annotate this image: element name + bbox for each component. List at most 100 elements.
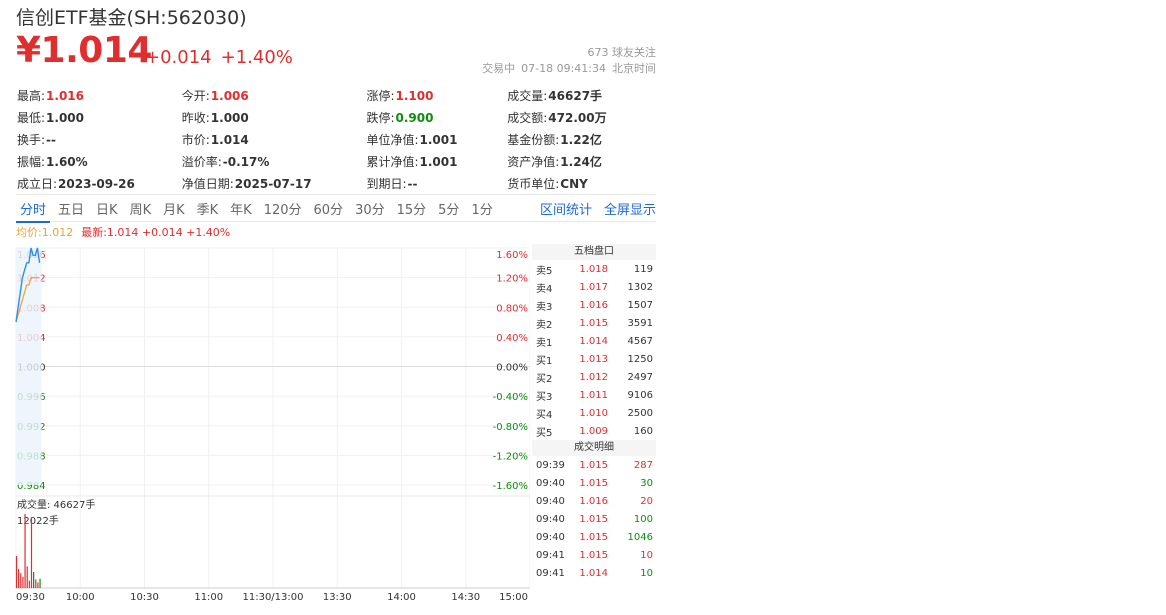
order-volume: 2497 <box>627 371 653 383</box>
percent-tick-label: 1.60% <box>496 250 528 261</box>
stat-label: 到期日: <box>366 176 407 191</box>
tab-period[interactable]: 15分 <box>393 199 431 218</box>
datetime-text: 07-18 09:41:34 <box>521 62 606 75</box>
stat-value: 1.001 <box>419 154 458 169</box>
order-level-label: 买2 <box>536 373 553 385</box>
stat-item: 振幅:1.60% <box>17 153 182 170</box>
time-tick-label: 14:00 <box>387 592 416 603</box>
stat-item: 资产净值:1.24亿 <box>507 153 657 170</box>
time-tick-label: 09:30 <box>16 592 45 603</box>
status-text: 交易中 <box>482 62 516 75</box>
stat-label: 跌停: <box>366 110 395 125</box>
order-price: 1.018 <box>579 263 608 275</box>
stat-item: 最高:1.016 <box>17 87 182 104</box>
stat-label: 成交量: <box>507 88 548 103</box>
stat-label: 振幅: <box>17 154 46 169</box>
tab-period[interactable]: 月K <box>159 199 189 218</box>
current-price: ¥1.014 <box>16 30 152 71</box>
tab-period[interactable]: 5分 <box>434 199 463 218</box>
order-volume: 9106 <box>627 389 653 401</box>
trade-price: 1.015 <box>579 531 608 543</box>
order-price: 1.017 <box>579 281 608 293</box>
tab-period[interactable]: 周K <box>126 199 156 218</box>
order-book-row[interactable]: 卖1 1.014 4567 <box>532 332 656 350</box>
stat-label: 累计净值: <box>366 154 419 169</box>
stat-label: 最高: <box>17 88 46 103</box>
tab-period[interactable]: 1分 <box>467 199 496 218</box>
order-price: 1.009 <box>579 425 608 437</box>
order-book-row[interactable]: 卖5 1.018 119 <box>532 260 656 278</box>
tab-period[interactable]: 日K <box>92 199 122 218</box>
stat-label: 单位净值: <box>366 132 419 147</box>
chart-period-tabs: 分时 五日 日K 周K 月K 季K 年K 120分 60分 30分 15分 5分 1分 区间统计 全屏显示 <box>16 194 656 223</box>
order-volume: 160 <box>633 425 653 437</box>
stat-value: 1.24亿 <box>560 154 602 169</box>
followers-count[interactable]: 673 球友关注 <box>588 44 657 60</box>
tab-period[interactable]: 分时 <box>16 199 51 223</box>
order-level-label: 买3 <box>536 391 553 403</box>
quote-stats: 最高:1.016 今开:1.006 涨停:1.100 成交量:46627手 最低:1.0… <box>17 84 657 194</box>
stat-item: 溢价率:-0.17% <box>182 153 367 170</box>
chart-action-link[interactable]: 区间统计 <box>540 199 592 218</box>
trade-price: 1.015 <box>579 513 608 525</box>
order-price: 1.016 <box>579 299 608 311</box>
legend-last: 最新:1.014 +0.014 +1.40% <box>81 226 231 239</box>
stat-item: 市价:1.014 <box>182 131 367 148</box>
tab-period[interactable]: 年K <box>226 199 256 218</box>
stat-value: -0.17% <box>222 154 270 169</box>
order-book-row[interactable]: 买1 1.013 1250 <box>532 350 656 368</box>
stat-item: 成交额:472.00万 <box>507 109 657 126</box>
stat-value: 1.000 <box>46 110 85 125</box>
order-level-label: 卖4 <box>536 283 553 295</box>
order-book-row[interactable]: 买3 1.011 9106 <box>532 386 656 404</box>
stat-label: 昨收: <box>181 110 210 125</box>
trade-time: 09:41 <box>536 549 565 561</box>
stat-item: 基金份额:1.22亿 <box>507 131 657 148</box>
stat-item: 昨收:1.000 <box>182 109 367 126</box>
stat-item: 跌停:0.900 <box>366 109 507 126</box>
change-amount: +0.014 <box>145 47 212 68</box>
stat-item: 净值日期:2025-07-17 <box>182 175 367 192</box>
order-level-label: 卖2 <box>536 319 553 331</box>
order-book-row[interactable]: 买5 1.009 160 <box>532 422 656 440</box>
timezone-text: 北京时间 <box>612 62 656 75</box>
order-level-label: 买4 <box>536 409 553 421</box>
order-price: 1.012 <box>579 371 608 383</box>
tab-period[interactable]: 60分 <box>310 199 348 218</box>
tab-period[interactable]: 120分 <box>260 199 306 218</box>
order-level-label: 卖5 <box>536 265 553 277</box>
order-book-row[interactable]: 卖4 1.017 1302 <box>532 278 656 296</box>
time-tick-label: 15:00 <box>499 592 528 603</box>
chart-legend: 均价:1.012 最新:1.014 +0.014 +1.40% <box>16 224 230 240</box>
stats-row: 成立日:2023-09-26 净值日期:2025-07-17 到期日:-- 货币单位:… <box>17 172 657 194</box>
order-book-panel: 五档盘口 卖5 1.018 119 卖4 1.017 1302 卖3 1.016 1507 卖2 1.… <box>532 244 656 582</box>
stat-label: 溢价率: <box>181 154 222 169</box>
tab-period[interactable]: 30分 <box>351 199 389 218</box>
order-book-row[interactable]: 卖2 1.015 3591 <box>532 314 656 332</box>
stat-label: 今开: <box>181 88 210 103</box>
percent-tick-label: -0.80% <box>493 422 528 433</box>
stat-value: 0.900 <box>395 110 434 125</box>
stat-value: 1.000 <box>210 110 249 125</box>
stat-value: -- <box>407 176 418 191</box>
intraday-chart[interactable]: 1.0161.60%1.0121.20%1.0080.80%1.0040.40%… <box>0 240 530 605</box>
tab-period[interactable]: 五日 <box>54 199 88 218</box>
trade-row: 09:40 1.015 1046 <box>532 528 656 546</box>
stat-item: 累计净值:1.001 <box>366 153 507 170</box>
order-volume: 1507 <box>627 299 653 311</box>
stat-label: 净值日期: <box>181 176 234 191</box>
order-book-row[interactable]: 买2 1.012 2497 <box>532 368 656 386</box>
stat-label: 资产净值: <box>507 154 560 169</box>
order-volume: 3591 <box>627 317 653 329</box>
order-book-row[interactable]: 卖3 1.016 1507 <box>532 296 656 314</box>
stat-item: 货币单位:CNY <box>507 175 657 192</box>
percent-tick-label: -1.20% <box>493 451 528 462</box>
chart-action-link[interactable]: 全屏显示 <box>604 199 656 218</box>
tab-period[interactable]: 季K <box>193 199 223 218</box>
legend-avg: 均价:1.012 <box>16 226 74 239</box>
order-price: 1.014 <box>579 335 608 347</box>
order-book-row[interactable]: 买4 1.010 2500 <box>532 404 656 422</box>
stat-item: 今开:1.006 <box>182 87 367 104</box>
stat-value: 1.60% <box>46 154 88 169</box>
order-volume: 2500 <box>627 407 653 419</box>
